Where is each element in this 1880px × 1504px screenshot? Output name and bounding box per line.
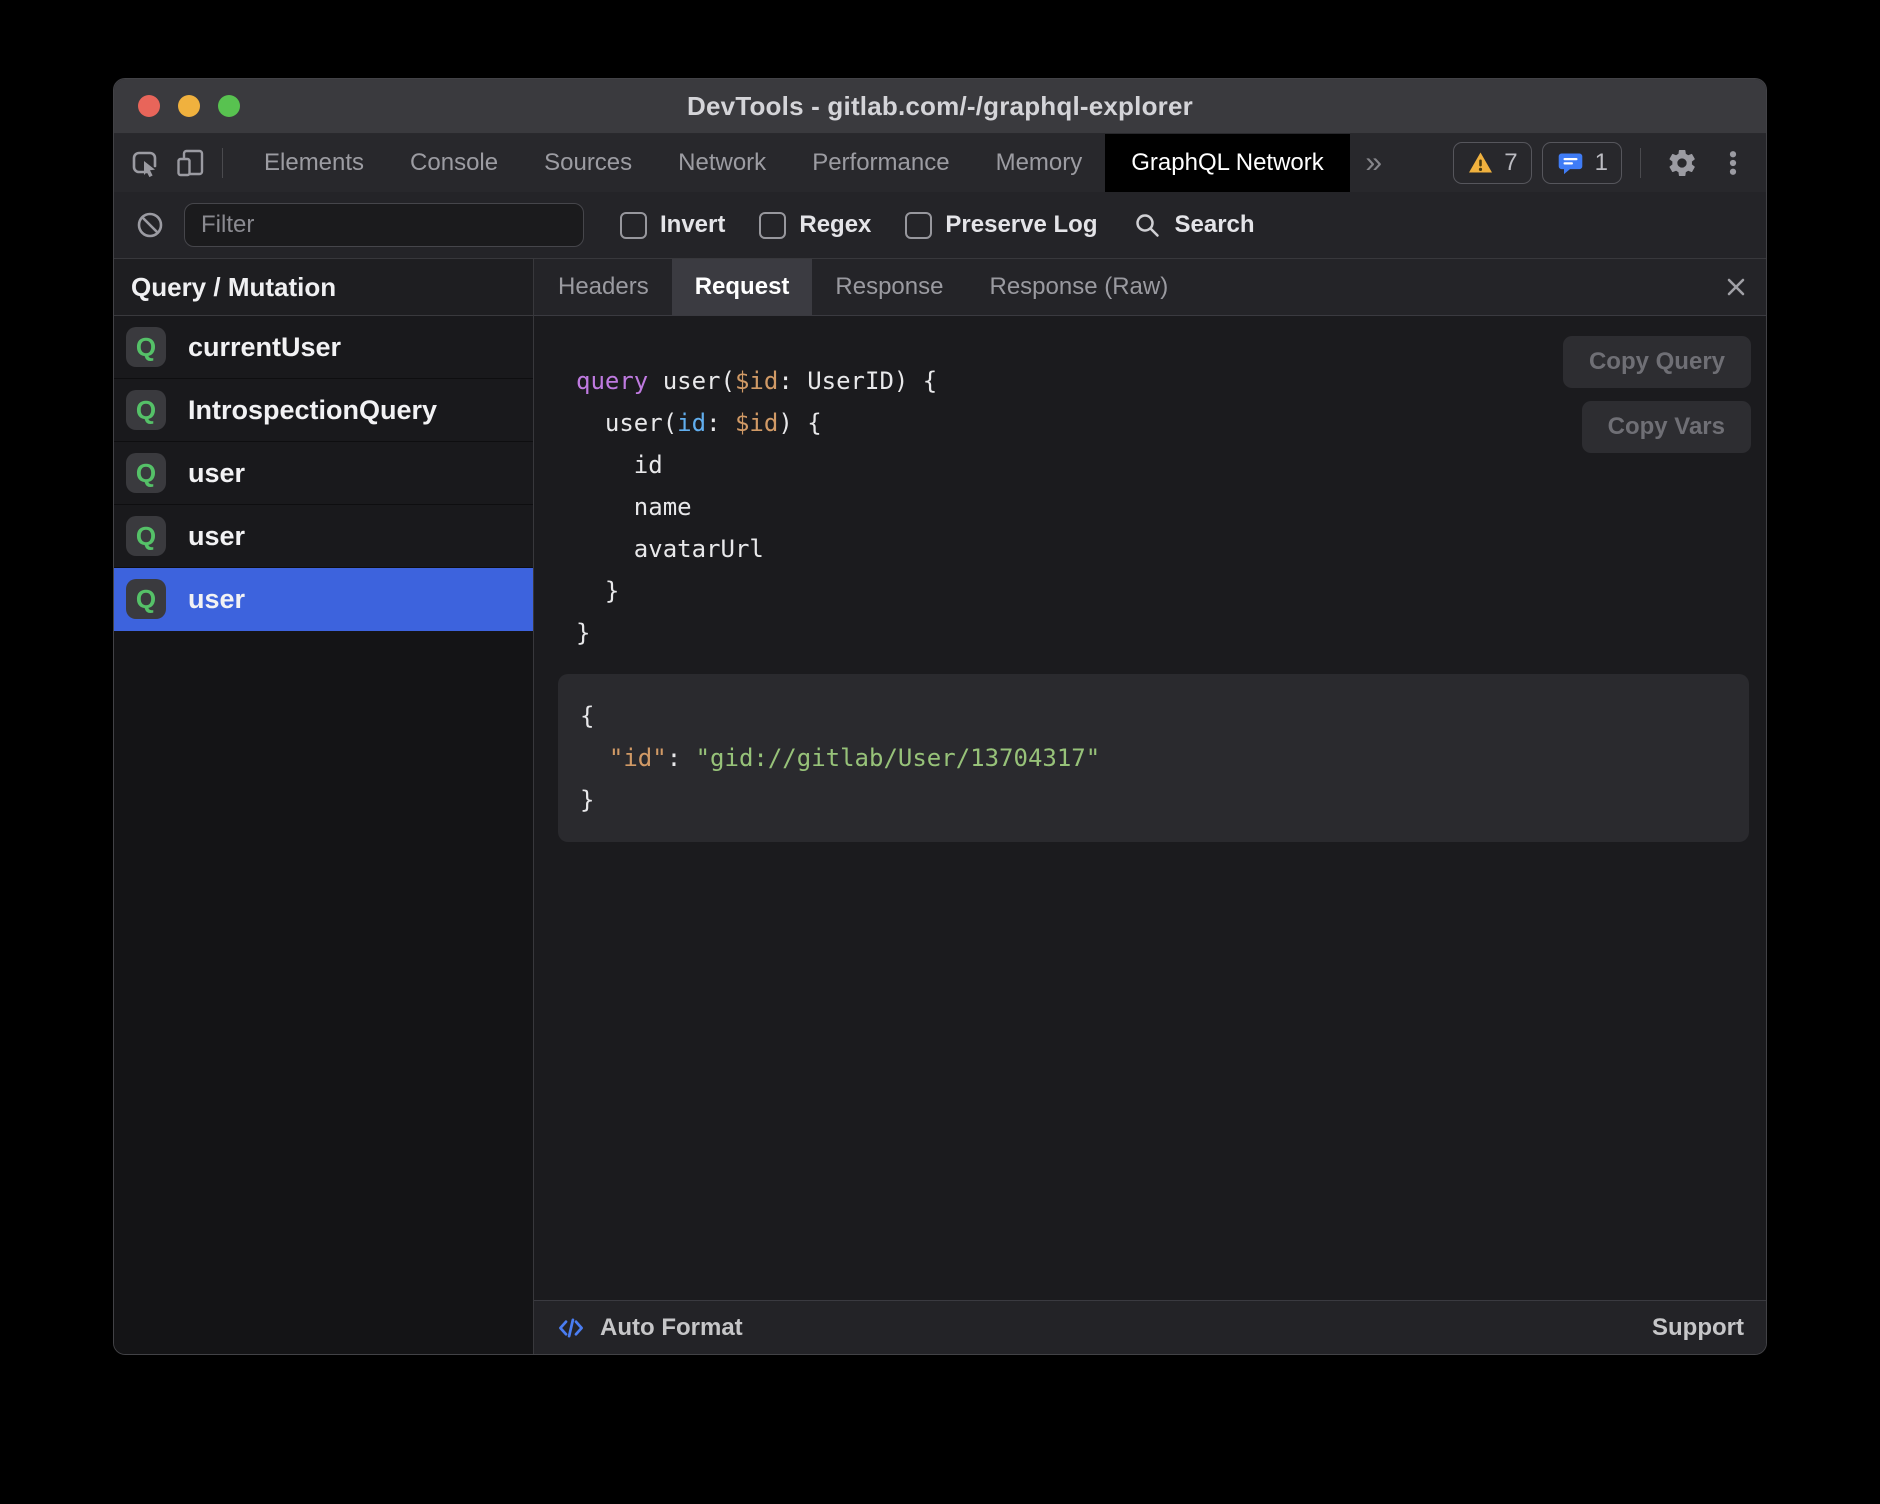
filter-toolbar: Invert Regex Preserve Log Search: [114, 192, 1766, 259]
main-tab-strip: ElementsConsoleSourcesNetworkPerformance…: [241, 134, 1350, 192]
search-toggle[interactable]: Search: [1133, 211, 1254, 240]
checkbox-box: [905, 212, 932, 239]
code-line: "id": "gid://gitlab/User/13704317": [580, 737, 1727, 779]
query-item-label: user: [188, 584, 245, 615]
toolbar-divider: [1640, 148, 1641, 178]
detail-tab-response[interactable]: Response: [812, 259, 966, 315]
close-icon: [1723, 274, 1749, 300]
request-view: Copy Query Copy Vars query user($id: Use…: [534, 316, 1766, 1300]
more-options-button[interactable]: [1715, 148, 1751, 178]
invert-checkbox[interactable]: Invert: [620, 211, 725, 239]
inspect-element-button[interactable]: [122, 134, 168, 192]
detail-tabs: HeadersRequestResponseResponse (Raw): [535, 259, 1191, 315]
tab-console[interactable]: Console: [387, 134, 521, 192]
main-toolbar: ElementsConsoleSourcesNetworkPerformance…: [114, 134, 1766, 192]
toolbar-right-group: 7 1: [1453, 134, 1766, 192]
tab-performance[interactable]: Performance: [789, 134, 972, 192]
toolbar-divider: [222, 148, 223, 178]
content-area: Query / Mutation QcurrentUserQIntrospect…: [114, 259, 1766, 1354]
query-type-badge: Q: [126, 327, 166, 367]
filter-input[interactable]: [184, 203, 584, 247]
code-line: }: [580, 779, 1727, 821]
window-title: DevTools - gitlab.com/-/graphql-explorer: [114, 91, 1766, 122]
device-toolbar-icon: [174, 146, 208, 180]
code-line: name: [576, 486, 1766, 528]
device-toolbar-button[interactable]: [168, 134, 214, 192]
query-item-label: user: [188, 521, 245, 552]
variables-box: { "id": "gid://gitlab/User/13704317"}: [558, 674, 1749, 842]
detail-tab-request[interactable]: Request: [672, 259, 813, 315]
query-variables-code: { "id": "gid://gitlab/User/13704317"}: [580, 695, 1727, 821]
search-icon: [1133, 211, 1162, 240]
detail-footer: Auto Format Support: [534, 1300, 1766, 1354]
query-list: QcurrentUserQIntrospectionQueryQuserQuse…: [114, 316, 533, 631]
code-line: {: [580, 695, 1727, 737]
gear-icon: [1666, 147, 1698, 179]
checkbox-label: Preserve Log: [945, 211, 1097, 239]
detail-tab-strip: HeadersRequestResponseResponse (Raw): [534, 259, 1766, 316]
query-type-badge: Q: [126, 516, 166, 556]
code-line: }: [576, 612, 1766, 654]
detail-tab-response-raw[interactable]: Response (Raw): [966, 259, 1191, 315]
query-list-item-introspectionquery[interactable]: Q IntrospectionQuery: [114, 379, 533, 442]
more-tabs-button[interactable]: »: [1350, 134, 1398, 192]
copy-vars-button[interactable]: Copy Vars: [1582, 401, 1751, 453]
devtools-window: DevTools - gitlab.com/-/graphql-explorer…: [113, 78, 1767, 1355]
query-type-badge: Q: [126, 390, 166, 430]
issues-count: 1: [1595, 149, 1608, 177]
query-item-label: currentUser: [188, 332, 341, 363]
copy-button-group: Copy Query Copy Vars: [1563, 336, 1751, 453]
settings-button[interactable]: [1659, 147, 1705, 179]
window-titlebar: DevTools - gitlab.com/-/graphql-explorer: [114, 79, 1766, 134]
tab-memory[interactable]: Memory: [973, 134, 1106, 192]
checkbox-label: Invert: [660, 211, 725, 239]
sidebar-header: Query / Mutation: [114, 259, 533, 316]
query-list-item-user[interactable]: Quser: [114, 568, 533, 631]
auto-format-label: Auto Format: [600, 1314, 743, 1342]
code-format-icon: [556, 1313, 586, 1343]
desktop-background: { "window": { "title": "DevTools - gitla…: [0, 0, 1880, 1504]
checkbox-box: [620, 212, 647, 239]
tab-network[interactable]: Network: [655, 134, 789, 192]
detail-panel: HeadersRequestResponseResponse (Raw) Cop…: [534, 259, 1766, 1354]
code-line: }: [576, 570, 1766, 612]
copy-query-button[interactable]: Copy Query: [1563, 336, 1751, 388]
tab-graphql-network[interactable]: GraphQL Network: [1105, 134, 1350, 192]
query-list-item-user[interactable]: Quser: [114, 442, 533, 505]
block-icon: [135, 210, 165, 240]
regex-checkbox[interactable]: Regex: [759, 211, 871, 239]
query-type-badge: Q: [126, 453, 166, 493]
warnings-count: 7: [1504, 149, 1517, 177]
kebab-menu-icon: [1718, 148, 1748, 178]
preserve-log-checkbox[interactable]: Preserve Log: [905, 211, 1097, 239]
clear-filter-button[interactable]: [130, 210, 170, 240]
support-link[interactable]: Support: [1652, 1314, 1744, 1342]
query-type-badge: Q: [126, 579, 166, 619]
query-list-item-currentuser[interactable]: QcurrentUser: [114, 316, 533, 379]
query-item-label: user: [188, 458, 245, 489]
query-item-label: IntrospectionQuery: [188, 395, 437, 426]
inspect-cursor-icon: [128, 146, 162, 180]
auto-format-button[interactable]: Auto Format: [556, 1313, 743, 1343]
filter-options: Invert Regex Preserve Log: [620, 211, 1097, 239]
detail-tab-headers[interactable]: Headers: [535, 259, 672, 315]
checkbox-label: Regex: [799, 211, 871, 239]
warnings-badge[interactable]: 7: [1453, 142, 1531, 184]
code-line: avatarUrl: [576, 528, 1766, 570]
close-panel-button[interactable]: [1706, 259, 1766, 315]
issues-badge[interactable]: 1: [1542, 142, 1622, 184]
query-list-item-user[interactable]: Quser: [114, 505, 533, 568]
search-label: Search: [1174, 211, 1254, 239]
warning-icon: [1467, 150, 1494, 176]
query-sidebar: Query / Mutation QcurrentUserQIntrospect…: [114, 259, 534, 1354]
tab-elements[interactable]: Elements: [241, 134, 387, 192]
checkbox-box: [759, 212, 786, 239]
message-bubble-icon: [1556, 150, 1585, 177]
tab-sources[interactable]: Sources: [521, 134, 655, 192]
